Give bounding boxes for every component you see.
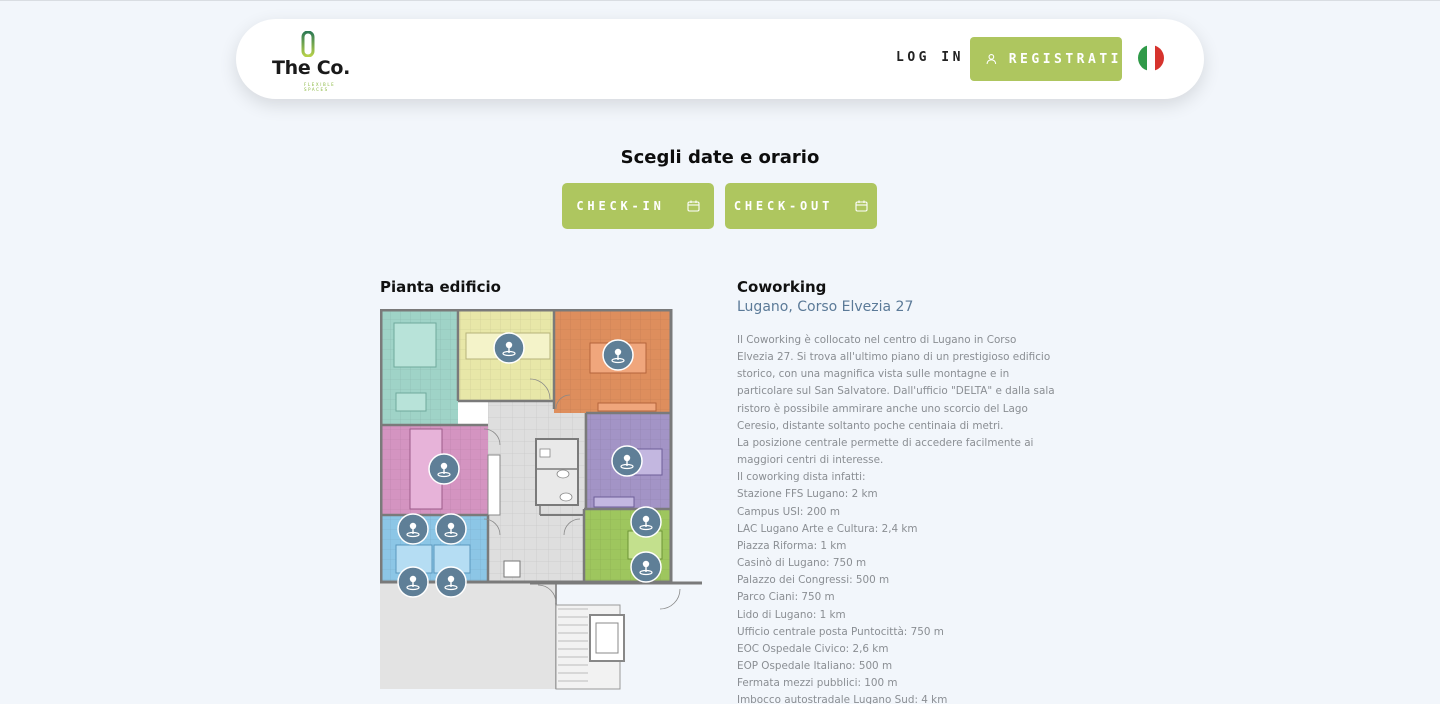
- pin-head: [642, 560, 650, 568]
- pin-head: [409, 575, 417, 583]
- description-line: Campus USI: 200 m: [737, 505, 840, 518]
- floor-plan: [380, 309, 702, 690]
- description-line: Casinò di Lugano: 750 m: [737, 557, 867, 570]
- description-line: Palazzo dei Congressi: 500 m: [737, 574, 890, 587]
- desk-pin-icon[interactable]: [397, 566, 429, 598]
- top-navbar: The Co. FLEXIBLE SPACES LOG IN REGISTRAT…: [236, 19, 1204, 99]
- login-link[interactable]: LOG IN: [896, 50, 964, 65]
- pin-head: [409, 522, 417, 530]
- description-line: Stazione FFS Lugano: 2 km: [737, 488, 878, 501]
- desk-pin-icon[interactable]: [630, 551, 662, 583]
- logo[interactable]: The Co. FLEXIBLE SPACES: [270, 29, 360, 93]
- logo-text: The Co.: [272, 57, 351, 79]
- description-line: particolare sul San Salvatore. Dall'uffi…: [737, 385, 1055, 398]
- register-button[interactable]: REGISTRATI: [970, 37, 1122, 81]
- desk-pin-icon[interactable]: [630, 506, 662, 538]
- language-flag-icon[interactable]: [1138, 45, 1164, 71]
- description-line: storico, con una magnifica vista sulle m…: [737, 368, 1010, 381]
- booking-title: Scegli date e orario: [620, 147, 820, 168]
- description-line: Il coworking dista infatti:: [737, 471, 866, 484]
- check-in-label: CHECK-IN: [576, 199, 665, 213]
- description-line: Ufficio centrale posta Puntocittà: 750 m: [737, 625, 944, 638]
- register-label: REGISTRATI: [1008, 51, 1122, 67]
- desk-pin-icon[interactable]: [611, 445, 643, 477]
- description-line: EOC Ospedale Civico: 2,6 km: [737, 642, 889, 655]
- description-line: EOP Ospedale Italiano: 500 m: [737, 659, 893, 672]
- pin-head: [505, 341, 513, 349]
- check-in-button[interactable]: CHECK-IN: [562, 183, 714, 229]
- pin-head: [447, 575, 455, 583]
- check-out-label: CHECK-OUT: [733, 199, 834, 213]
- calendar-icon: [855, 200, 868, 212]
- pin-head: [447, 522, 455, 530]
- description-line: Parco Ciani: 750 m: [737, 591, 835, 604]
- pin-head: [623, 454, 631, 462]
- description-line: Ceresio, distante soltanto poche centina…: [737, 419, 1004, 432]
- space-title: Coworking: [737, 278, 827, 296]
- space-description: Il Coworking è collocato nel centro di L…: [737, 332, 1067, 704]
- floor-plan-title: Pianta edificio: [380, 278, 501, 296]
- description-line: Elvezia 27. Si trova all'ultimo piano di…: [737, 351, 1051, 364]
- desk-pin-icon[interactable]: [493, 332, 525, 364]
- description-line: La posizione centrale permette di accede…: [737, 436, 1034, 449]
- description-line: Imbocco autostradale Lugano Sud: 4 km: [737, 694, 948, 704]
- desk-pin-icon[interactable]: [397, 513, 429, 545]
- check-out-button[interactable]: CHECK-OUT: [725, 183, 877, 229]
- desk-pin-icon[interactable]: [435, 566, 467, 598]
- outdoor-area: [380, 583, 556, 689]
- description-line: Piazza Riforma: 1 km: [737, 539, 847, 552]
- description-line: Il Coworking è collocato nel centro di L…: [737, 334, 1017, 346]
- pin-head: [440, 462, 448, 470]
- calendar-icon: [687, 200, 700, 212]
- description-line: Lido di Lugano: 1 km: [737, 608, 846, 621]
- space-location: Lugano, Corso Elvezia 27: [737, 299, 914, 315]
- desk-pin-icon[interactable]: [435, 513, 467, 545]
- desk-pin-icon[interactable]: [428, 453, 460, 485]
- description-line: ristoro è possibile ammirare anche uno s…: [737, 402, 1028, 415]
- logo-mark-icon: [301, 31, 315, 57]
- user-icon: [986, 53, 997, 64]
- description-line: maggiori centri di interesse.: [737, 454, 884, 467]
- desk-pin-icon[interactable]: [602, 339, 634, 371]
- logo-tagline: FLEXIBLE SPACES: [304, 82, 336, 92]
- stairs: [555, 604, 625, 690]
- pin-head: [642, 515, 650, 523]
- description-line: Fermata mezzi pubblici: 100 m: [737, 677, 898, 690]
- pin-head: [614, 348, 622, 356]
- description-line: LAC Lugano Arte e Cultura: 2,4 km: [737, 522, 918, 535]
